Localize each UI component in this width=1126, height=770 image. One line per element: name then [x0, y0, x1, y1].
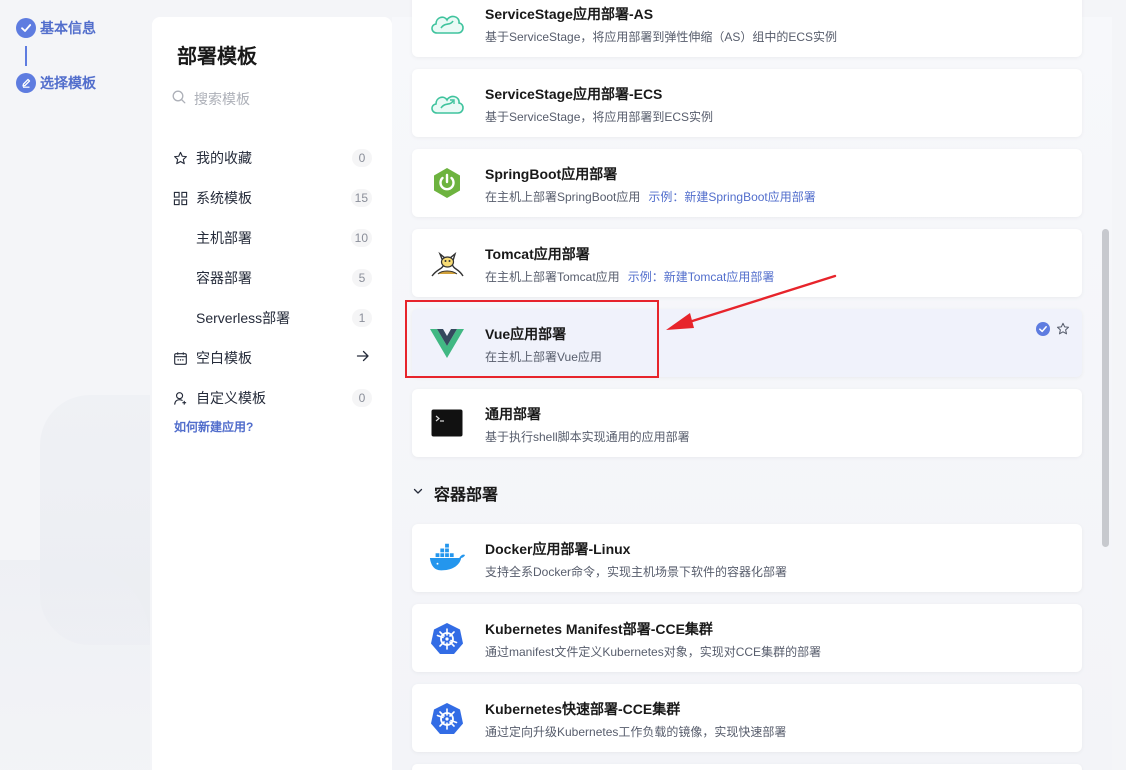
- edit-icon: [16, 73, 36, 93]
- card-description: 通过manifest文件定义Kubernetes对象，实现对CCE集群的部署: [485, 645, 822, 659]
- step-basic-info[interactable]: 基本信息: [16, 17, 96, 39]
- menu-item-favorites[interactable]: 我的收藏 0: [172, 138, 372, 178]
- menu-item-blank-template[interactable]: 空白模板: [172, 338, 372, 378]
- card-description: 基于执行shell脚本实现通用的应用部署: [485, 430, 690, 444]
- menu-item-serverless-deploy[interactable]: Serverless部署 1: [172, 298, 372, 338]
- grid-icon: [172, 190, 188, 206]
- card-title: Docker应用部署-Linux: [485, 541, 631, 557]
- step-label: 基本信息: [40, 20, 96, 36]
- panel-title: 部署模板: [177, 46, 257, 68]
- menu-item-label: 我的收藏: [196, 150, 252, 166]
- card-description: 在主机上部署SpringBoot应用 示例：新建SpringBoot应用部署: [485, 190, 816, 204]
- servicestage-icon: [428, 4, 466, 42]
- menu-item-label: 系统模板: [196, 190, 252, 206]
- card-description: 基于ServiceStage，将应用部署到ECS实例: [485, 110, 714, 124]
- favorite-star-icon[interactable]: [1056, 322, 1070, 341]
- card-title: Kubernetes Manifest部署-CCE集群: [485, 621, 713, 637]
- search-placeholder: 搜索模板: [194, 91, 250, 107]
- annotation-arrow-icon: [666, 274, 837, 330]
- menu-item-label: 自定义模板: [196, 390, 266, 406]
- card-description: 通过定向升级Kubernetes工作负载的镜像，实现快速部署: [485, 725, 787, 739]
- template-card-servicestage-ecs[interactable]: ServiceStage应用部署-ECS 基于ServiceStage，将应用部…: [412, 69, 1082, 137]
- check-icon: [16, 18, 36, 38]
- springboot-icon: [428, 164, 466, 202]
- template-card-partial[interactable]: [412, 764, 1082, 770]
- menu-item-label: 容器部署: [196, 270, 252, 286]
- selected-check-icon: [1036, 322, 1050, 341]
- user-icon: [172, 390, 188, 406]
- calendar-icon: [172, 350, 188, 366]
- template-category-panel: 部署模板 搜索模板 我的收藏 0 系统模板 15 主机部署 10 容器部署 5: [152, 17, 392, 770]
- search-icon: [172, 90, 186, 109]
- menu-item-host-deploy[interactable]: 主机部署 10: [172, 218, 372, 258]
- terminal-icon: [428, 404, 466, 442]
- annotation-highlight-box: [405, 300, 659, 378]
- arrow-right-icon: [356, 349, 370, 368]
- count-badge: 0: [352, 149, 372, 167]
- docker-icon: [428, 539, 466, 577]
- card-actions: [1036, 322, 1070, 341]
- count-badge: 10: [350, 229, 372, 247]
- tomcat-icon: [428, 244, 466, 282]
- card-description: 支持全系Docker命令，实现主机场景下软件的容器化部署: [485, 565, 788, 579]
- group-header-container-deploy[interactable]: 容器部署: [412, 482, 498, 504]
- card-title: SpringBoot应用部署: [485, 166, 618, 182]
- background-decoration: [0, 560, 150, 770]
- step-label: 选择模板: [40, 75, 96, 91]
- template-card-docker[interactable]: Docker应用部署-Linux 支持全系Docker命令，实现主机场景下软件的…: [412, 524, 1082, 592]
- card-title: ServiceStage应用部署-AS: [485, 6, 654, 22]
- template-card-k8s-quick[interactable]: Kubernetes快速部署-CCE集群 通过定向升级Kubernetes工作负…: [412, 684, 1082, 752]
- category-menu: 我的收藏 0 系统模板 15 主机部署 10 容器部署 5 Serverless…: [172, 138, 372, 418]
- star-icon: [172, 150, 188, 166]
- kubernetes-icon: [428, 699, 466, 737]
- menu-item-label: 空白模板: [196, 350, 252, 366]
- servicestage-icon: [428, 84, 466, 122]
- menu-item-system-templates[interactable]: 系统模板 15: [172, 178, 372, 218]
- step-connector: [25, 46, 27, 66]
- example-link[interactable]: 示例：新建SpringBoot应用部署: [648, 190, 815, 204]
- card-description: 基于ServiceStage，将应用部署到弹性伸缩（AS）组中的ECS实例: [485, 30, 838, 44]
- count-badge: 5: [352, 269, 372, 287]
- count-badge: 15: [350, 189, 372, 207]
- template-card-k8s-manifest[interactable]: Kubernetes Manifest部署-CCE集群 通过manifest文件…: [412, 604, 1082, 672]
- menu-item-container-deploy[interactable]: 容器部署 5: [172, 258, 372, 298]
- help-link[interactable]: 如何新建应用?: [174, 418, 253, 435]
- search-input[interactable]: 搜索模板: [172, 89, 372, 109]
- card-title: Kubernetes快速部署-CCE集群: [485, 701, 681, 717]
- template-card-generic[interactable]: 通用部署 基于执行shell脚本实现通用的应用部署: [412, 389, 1082, 457]
- menu-item-custom-template[interactable]: 自定义模板 0: [172, 378, 372, 418]
- template-card-servicestage-as[interactable]: ServiceStage应用部署-AS 基于ServiceStage，将应用部署…: [412, 0, 1082, 57]
- group-label: 容器部署: [434, 487, 499, 504]
- card-title: ServiceStage应用部署-ECS: [485, 86, 663, 102]
- wizard-steps: 基本信息 选择模板: [16, 17, 96, 94]
- card-title: 通用部署: [485, 406, 541, 422]
- count-badge: 1: [352, 309, 372, 327]
- step-select-template[interactable]: 选择模板: [16, 72, 96, 94]
- card-title: Tomcat应用部署: [485, 246, 590, 262]
- menu-item-label: Serverless部署: [196, 310, 291, 326]
- kubernetes-icon: [428, 619, 466, 657]
- chevron-down-icon: [412, 484, 424, 502]
- menu-item-label: 主机部署: [196, 230, 252, 246]
- scrollbar-thumb[interactable]: [1102, 229, 1109, 547]
- template-card-springboot[interactable]: SpringBoot应用部署 在主机上部署SpringBoot应用 示例：新建Sp…: [412, 149, 1082, 217]
- count-badge: 0: [352, 389, 372, 407]
